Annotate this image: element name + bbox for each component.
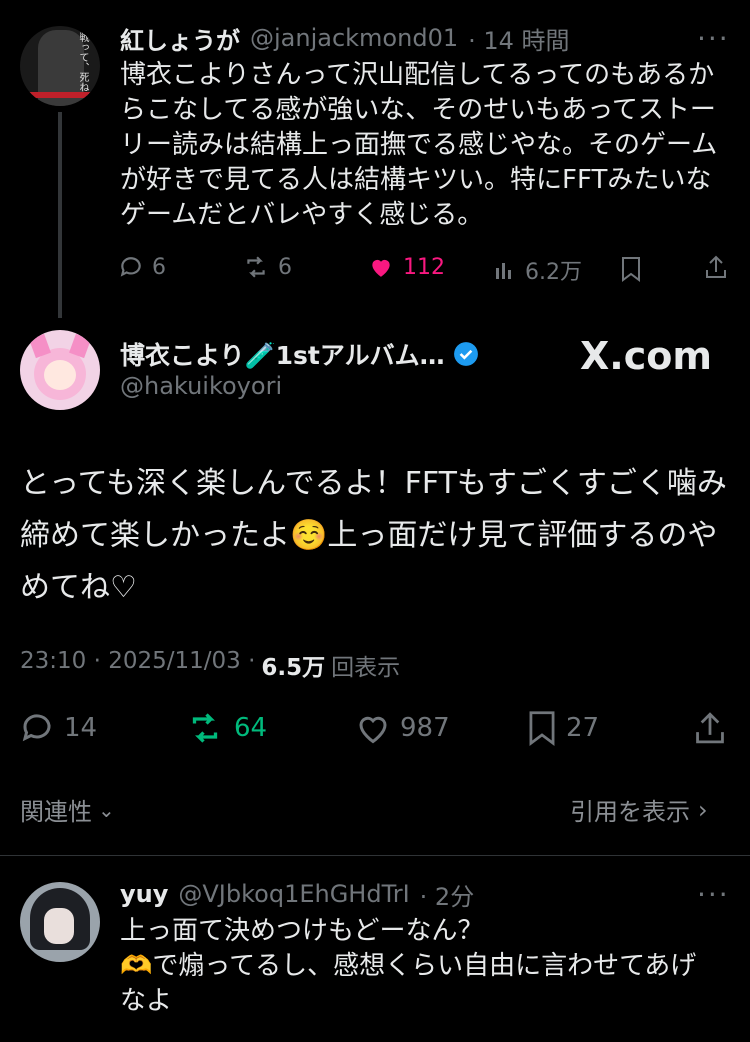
parent-retweet-button[interactable]: 6 <box>242 254 292 280</box>
avatar-parent[interactable]: 戦って、死ね。 <box>20 26 100 106</box>
main-like-count: 987 <box>400 713 450 743</box>
reply-handle[interactable]: @VJbkoq1EhGHdTrI <box>178 880 409 908</box>
main-bookmark-count: 27 <box>566 713 600 743</box>
more-options-icon[interactable]: ··· <box>697 22 730 55</box>
main-bookmark-button[interactable]: 27 <box>526 710 599 746</box>
avatar-reply[interactable] <box>20 882 100 962</box>
analytics-icon <box>496 263 511 279</box>
sort-relevance-label: 関連性 <box>20 798 92 826</box>
divider <box>0 855 750 856</box>
main-like-button[interactable]: 987 <box>354 710 450 746</box>
parent-reply-count: 6 <box>152 254 166 280</box>
parent-handle[interactable]: @janjackmond01 <box>250 24 458 52</box>
bookmark-icon <box>529 711 555 746</box>
retweet-icon <box>192 713 218 743</box>
parent-like-button[interactable]: 112 <box>367 254 445 280</box>
main-retweet-button[interactable]: 64 <box>184 710 267 746</box>
main-handle[interactable]: @hakuikoyori <box>120 372 282 400</box>
retweet-icon <box>247 256 265 278</box>
parent-display-name[interactable]: 紅しょうが <box>120 21 240 56</box>
reply-header: yuy @VJbkoq1EhGHdTrI · 2分 <box>120 876 474 912</box>
parent-views-button[interactable]: 6.2万 <box>493 254 582 286</box>
main-reply-count: 14 <box>64 713 98 743</box>
parent-retweet-count: 6 <box>278 254 292 280</box>
parent-tweet-text: 博衣こよりさんって沢山配信してるってのもあるからこなしてる感が強いな、そのせいも… <box>120 60 718 230</box>
main-display-name[interactable]: 博衣こより🧪1stアルバム… <box>120 336 445 372</box>
main-timestamp[interactable]: 23:10 · 2025/11/03 · <box>20 648 255 682</box>
parent-share-icon[interactable] <box>704 254 728 284</box>
main-share-icon[interactable] <box>692 710 728 750</box>
avatar-main[interactable] <box>20 330 100 410</box>
reply-display-name[interactable]: yuy <box>120 880 168 908</box>
main-retweet-count: 64 <box>234 713 268 743</box>
reply-icon <box>120 257 141 277</box>
reply-tweet-text: 上っ面て決めつけもどーなん？ 🫶で煽ってるし、感想くらい自由に言わせてあげなよ <box>120 916 697 1016</box>
main-views-label: 回表示 <box>331 655 401 681</box>
main-author: 博衣こより🧪1stアルバム… <box>120 334 479 374</box>
thread-line <box>58 112 62 318</box>
parent-views-count: 6.2万 <box>525 260 582 285</box>
xcom-watermark: X.com <box>580 334 712 378</box>
chevron-right-icon: › <box>698 795 708 824</box>
main-timestamp-row: 23:10 · 2025/11/03 · 6.5万 回表示 <box>20 648 400 682</box>
main-views-count: 6.5万 <box>261 655 326 681</box>
view-quotes-label: 引用を表示 <box>570 798 690 826</box>
more-options-icon[interactable]: ··· <box>697 878 730 911</box>
parent-bookmark-icon[interactable] <box>620 256 642 286</box>
main-reply-button[interactable]: 14 <box>18 710 97 746</box>
parent-time[interactable]: · 14 時間 <box>468 21 569 56</box>
parent-header: 紅しょうが @janjackmond01 · 14 時間 <box>120 20 570 56</box>
reply-icon <box>22 714 51 742</box>
view-quotes-link[interactable]: 引用を表示 › <box>570 792 708 827</box>
parent-reply-button[interactable]: 6 <box>118 254 166 280</box>
heart-icon <box>359 716 387 744</box>
heart-filled-icon <box>372 259 390 277</box>
main-tweet-text: とっても深く楽しんでるよ！FFTもすごくすごく噛み締めて楽しかったよ☺️上っ面だ… <box>20 466 727 605</box>
verified-badge-icon <box>453 342 478 366</box>
sort-relevance-dropdown[interactable]: 関連性 ⌄ <box>20 792 115 827</box>
chevron-down-icon: ⌄ <box>98 797 115 822</box>
reply-time[interactable]: · 2分 <box>420 877 475 912</box>
parent-like-count: 112 <box>403 254 445 280</box>
